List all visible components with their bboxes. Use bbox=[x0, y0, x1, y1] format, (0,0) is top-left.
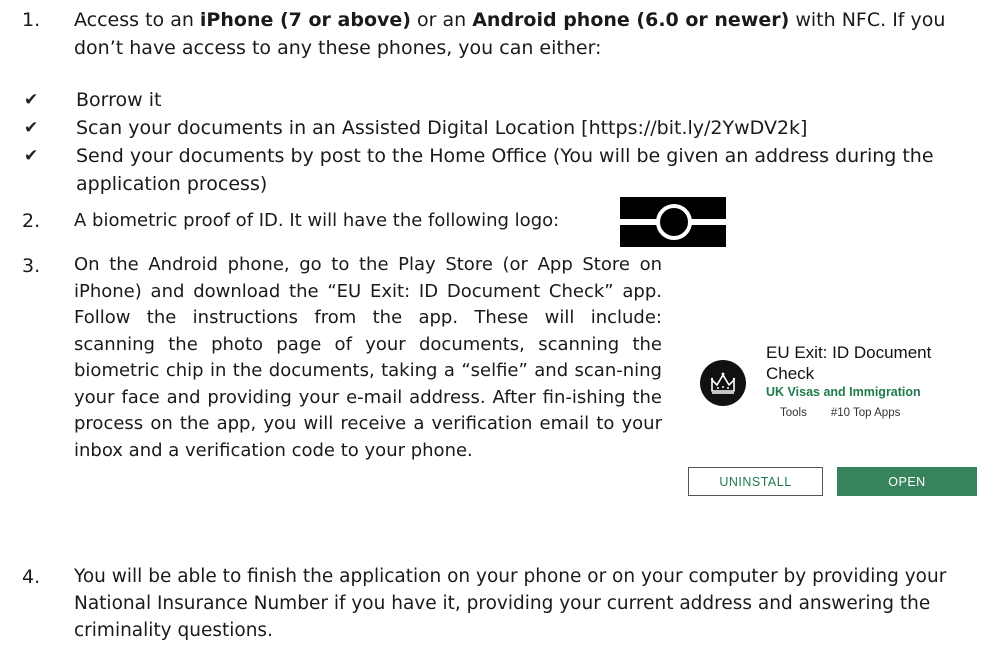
app-title: EU Exit: ID Document Check bbox=[766, 343, 932, 383]
item-2-text: A biometric proof of ID. It will have th… bbox=[74, 210, 560, 231]
app-tags: Tools #10 Top Apps bbox=[780, 407, 900, 419]
crown-icon bbox=[700, 360, 746, 406]
item-4-number: 4. bbox=[22, 566, 41, 588]
app-rank: #10 Top Apps bbox=[830, 407, 901, 419]
item-3-number: 3. bbox=[22, 255, 41, 277]
iphone-requirement: iPhone (7 or above) bbox=[199, 9, 411, 31]
item-2-number: 2. bbox=[22, 210, 41, 232]
biometric-chip-logo-icon bbox=[620, 197, 726, 247]
item-1-number: 1. bbox=[22, 9, 41, 31]
uninstall-button[interactable]: UNINSTALL bbox=[688, 467, 823, 496]
check-icon: ✔ bbox=[24, 118, 39, 138]
item-3-text: On the Android phone, go to the Play Sto… bbox=[74, 254, 662, 461]
app-developer-link[interactable]: UK Visas and Immigration bbox=[766, 385, 921, 399]
app-store-card: EU Exit: ID Document Check UK Visas and … bbox=[686, 340, 978, 500]
bullet-scan-documents: Scan your documents in an Assisted Digit… bbox=[76, 117, 808, 139]
check-icon: ✔ bbox=[24, 146, 39, 166]
open-button[interactable]: OPEN bbox=[837, 467, 977, 496]
item-1-text: Access to an iPhone (7 or above) or an A… bbox=[74, 9, 946, 59]
app-category: Tools bbox=[780, 407, 807, 419]
android-requirement: Android phone (6.0 or newer) bbox=[472, 9, 790, 31]
bullet-send-by-post: Send your documents by post to the Home … bbox=[76, 145, 934, 195]
check-icon: ✔ bbox=[24, 90, 39, 110]
bullet-borrow: Borrow it bbox=[76, 89, 162, 111]
item-4-text: You will be able to finish the applicati… bbox=[74, 566, 947, 641]
